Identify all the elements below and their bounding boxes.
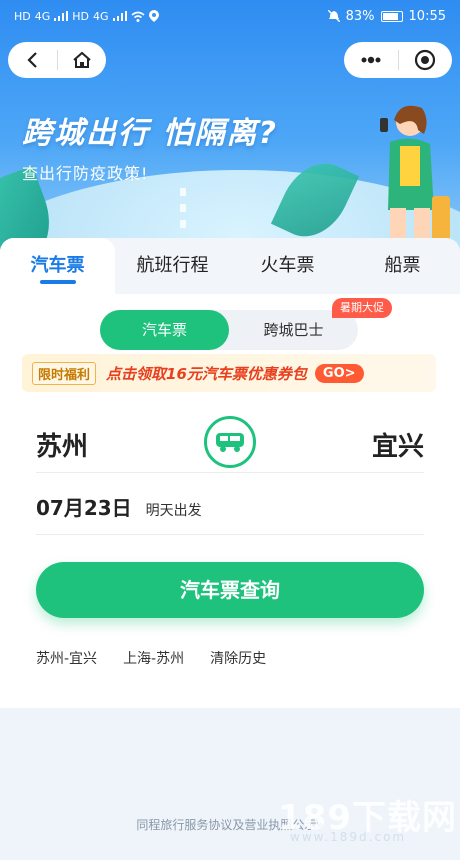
date-selector[interactable]: 07月23日 明天出发 [36,492,202,521]
tab-train[interactable]: 火车票 [230,238,345,294]
mute-icon [327,10,340,22]
clock: 10:55 [408,8,446,24]
watermark-url: www.189d.com [290,830,407,844]
transport-tabs: 汽车票 航班行程 火车票 船票 [0,238,460,294]
history-item[interactable]: 上海-苏州 [123,648,184,668]
traveler-illustration [380,105,450,244]
signal-icon [54,11,69,21]
history-item[interactable]: 苏州-宜兴 [36,648,97,668]
date-divider [36,534,424,535]
hero-subtitle: 查出行防疫政策! [22,164,149,183]
signal-icon [112,11,127,21]
search-bus-button[interactable]: 汽车票查询 [36,562,424,618]
tab-flight[interactable]: 航班行程 [115,238,230,294]
tab-bus-ticket[interactable]: 汽车票 [0,238,115,294]
booking-card: 汽车票 航班行程 火车票 船票 汽车票 跨城巴士 暑期大促 限时福利 点击领取1… [0,238,460,708]
summer-sale-badge: 暑期大促 [332,298,392,318]
road-decoration [180,188,186,228]
home-button[interactable] [57,42,106,78]
back-button[interactable] [8,42,57,78]
coupon-go-button[interactable]: GO> [314,363,364,383]
hero-title: 跨城出行 怕隔离? [22,116,278,151]
departure-date: 07月23日 [36,496,132,520]
net1-label: 4G [34,9,51,23]
search-history: 苏州-宜兴 上海-苏州 清除历史 [36,648,266,668]
tab-ship[interactable]: 船票 [345,238,460,294]
home-icon [73,51,91,68]
sim2-label: HD [72,9,90,23]
status-bar: HD 4G HD 4G 83% 10:55 [0,0,460,32]
departure-date-note: 明天出发 [145,503,202,519]
route-divider [36,472,424,473]
wifi-icon [131,11,145,22]
segment-bus-ticket[interactable]: 汽车票 [100,310,229,350]
coupon-banner[interactable]: 限时福利 点击领取16元汽车票优惠券包 GO> [22,354,436,392]
target-close-icon [415,49,436,71]
clear-history-button[interactable]: 清除历史 [210,648,266,668]
coupon-tag: 限时福利 [32,361,97,385]
battery-icon [380,10,403,22]
close-miniapp-button[interactable] [398,42,452,78]
chevron-left-icon [27,52,38,68]
more-button[interactable] [344,42,398,78]
nav-capsule-right [344,42,452,78]
battery-percent: 83% [345,8,375,24]
more-dots-icon [361,56,381,64]
nav-capsule-left [8,42,106,78]
sim1-label: HD [14,9,31,23]
arrival-city[interactable]: 宜兴 [372,426,424,463]
net2-label: 4G [93,9,109,23]
bus-icon [216,433,244,452]
swap-cities-button[interactable] [204,416,256,468]
departure-city[interactable]: 苏州 [36,426,88,463]
bus-type-segment: 汽车票 跨城巴士 [100,310,358,350]
location-icon [148,10,159,22]
route-selector: 苏州 宜兴 [36,416,424,472]
coupon-text: 点击领取16元汽车票优惠券包 [106,364,307,383]
